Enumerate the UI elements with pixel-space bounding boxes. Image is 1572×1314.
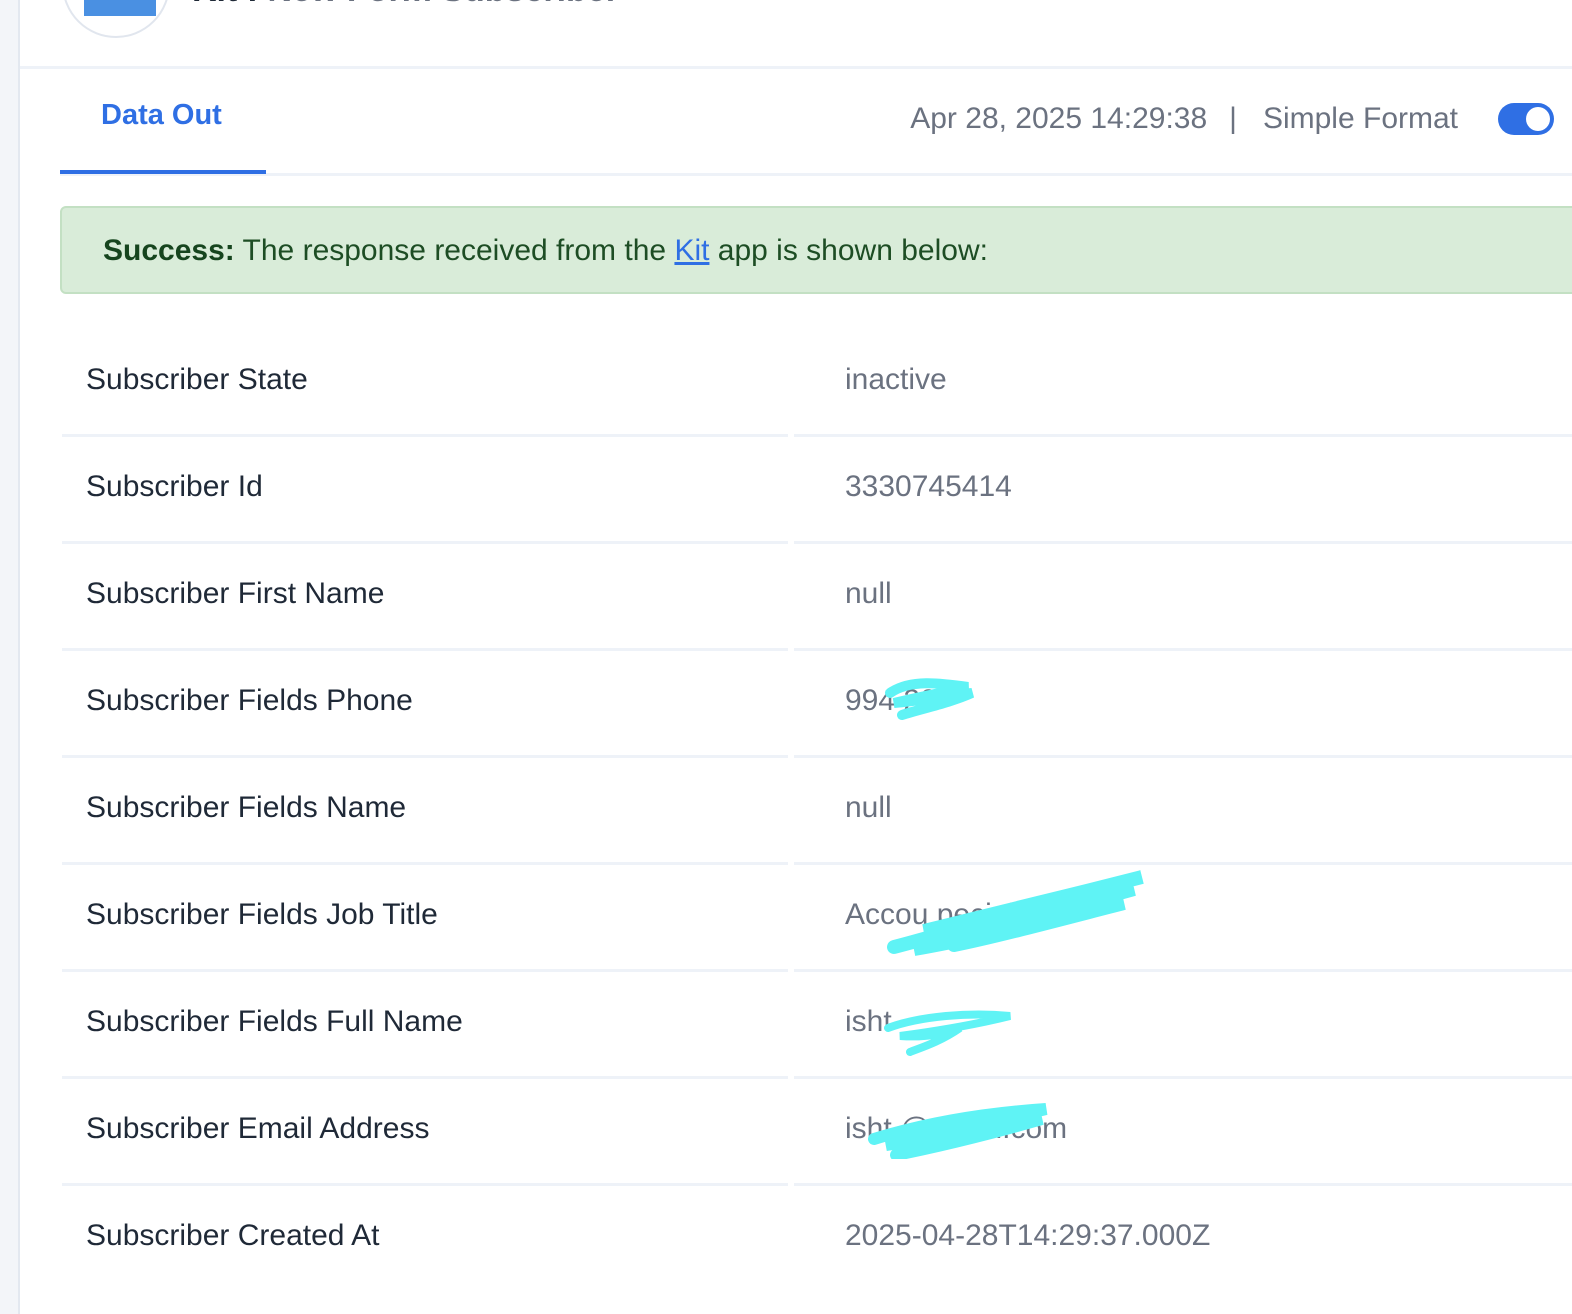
field-key: Subscriber Fields Full Name <box>86 1005 463 1038</box>
field-key-cell: Subscriber Created At <box>62 1186 788 1290</box>
field-value-cell: null <box>794 758 1572 865</box>
app-title: Kit : New Form Subscriber <box>192 0 619 10</box>
tab-data-out-label: Data Out <box>101 99 222 131</box>
field-value: null <box>845 791 892 824</box>
field-value-cell: Accou pecialist <box>794 865 1572 972</box>
simple-format-label: Simple Format <box>1262 102 1458 135</box>
table-row: Subscriber Created At 2025-04-28T14:29:3… <box>62 1186 1572 1293</box>
success-alert: Success: The response received from the … <box>60 206 1572 294</box>
field-key: Subscriber Fields Name <box>86 791 407 824</box>
field-key: Subscriber Created At <box>86 1219 380 1252</box>
table-row: Subscriber Id 3330745414 <box>62 437 1572 544</box>
kit-logo-icon <box>84 0 156 16</box>
data-out-panel: Kit : New Form Subscriber Data Out Apr 2… <box>18 0 1572 1314</box>
field-value-cell: 3330745414 <box>794 437 1572 544</box>
field-key-cell: Subscriber State <box>62 330 788 437</box>
field-key-cell: Subscriber Fields Job Title <box>62 865 788 972</box>
field-key: Subscriber Fields Phone <box>86 684 413 717</box>
field-value: 3330745414 <box>845 470 1012 503</box>
field-value: Accou pecialist <box>845 898 1046 931</box>
trigger-name: New Form Subscriber <box>268 0 619 9</box>
field-key: Subscriber State <box>86 363 308 396</box>
field-key-cell: Subscriber Fields Full Name <box>62 972 788 1079</box>
app-header: Kit : New Form Subscriber <box>20 0 1572 69</box>
field-value: isht @gmail.com <box>845 1112 1068 1145</box>
simple-format-toggle[interactable] <box>1498 103 1554 135</box>
field-value: isht <box>845 1005 892 1038</box>
tab-data-out[interactable]: Data Out <box>60 69 266 174</box>
field-value: 994 20 <box>845 684 937 717</box>
field-value-cell: null <box>794 544 1572 651</box>
response-meta: Apr 28, 2025 14:29:38 | Simple Format <box>910 99 1554 139</box>
table-row: Subscriber Fields Full Name isht <box>62 972 1572 1079</box>
success-text-after: app is shown below: <box>709 234 988 267</box>
table-row: Subscriber Fields Job Title Accou pecial… <box>62 865 1572 972</box>
field-value-cell: 994 20 <box>794 651 1572 758</box>
app-name: Kit : <box>192 0 258 9</box>
success-prefix: Success: <box>103 234 235 267</box>
table-row: Subscriber Fields Name null <box>62 758 1572 865</box>
tab-bar: Data Out Apr 28, 2025 14:29:38 | Simple … <box>60 69 1572 176</box>
field-value: null <box>845 577 892 610</box>
field-key: Subscriber Email Address <box>86 1112 430 1145</box>
table-row: Subscriber Email Address isht @gmail.com <box>62 1079 1572 1186</box>
success-message: Success: The response received from the … <box>103 232 988 270</box>
table-row: Subscriber State inactive <box>62 330 1572 437</box>
table-row: Subscriber Fields Phone 994 20 <box>62 651 1572 758</box>
field-value-cell: inactive <box>794 330 1572 437</box>
field-value: 2025-04-28T14:29:37.000Z <box>845 1219 1211 1252</box>
data-table: Subscriber State inactive Subscriber Id … <box>62 330 1572 1293</box>
field-key-cell: Subscriber Fields Phone <box>62 651 788 758</box>
field-value-cell: 2025-04-28T14:29:37.000Z <box>794 1186 1572 1290</box>
field-key: Subscriber First Name <box>86 577 385 610</box>
field-key-cell: Subscriber Fields Name <box>62 758 788 865</box>
field-key-cell: Subscriber Id <box>62 437 788 544</box>
field-key: Subscriber Id <box>86 470 263 503</box>
meta-separator: | <box>1229 102 1237 135</box>
kit-app-link[interactable]: Kit <box>674 234 709 267</box>
redaction-scribble <box>884 1010 1011 1056</box>
field-key-cell: Subscriber First Name <box>62 544 788 651</box>
success-text-before: The response received from the <box>234 234 675 267</box>
field-value-cell: isht <box>794 972 1572 1079</box>
field-value-cell: isht @gmail.com <box>794 1079 1572 1186</box>
field-key-cell: Subscriber Email Address <box>62 1079 788 1186</box>
response-timestamp: Apr 28, 2025 14:29:38 <box>910 102 1208 135</box>
field-value: inactive <box>845 363 947 396</box>
toggle-knob <box>1526 107 1550 131</box>
field-key: Subscriber Fields Job Title <box>86 898 438 931</box>
table-row: Subscriber First Name null <box>62 544 1572 651</box>
app-logo <box>62 0 170 38</box>
